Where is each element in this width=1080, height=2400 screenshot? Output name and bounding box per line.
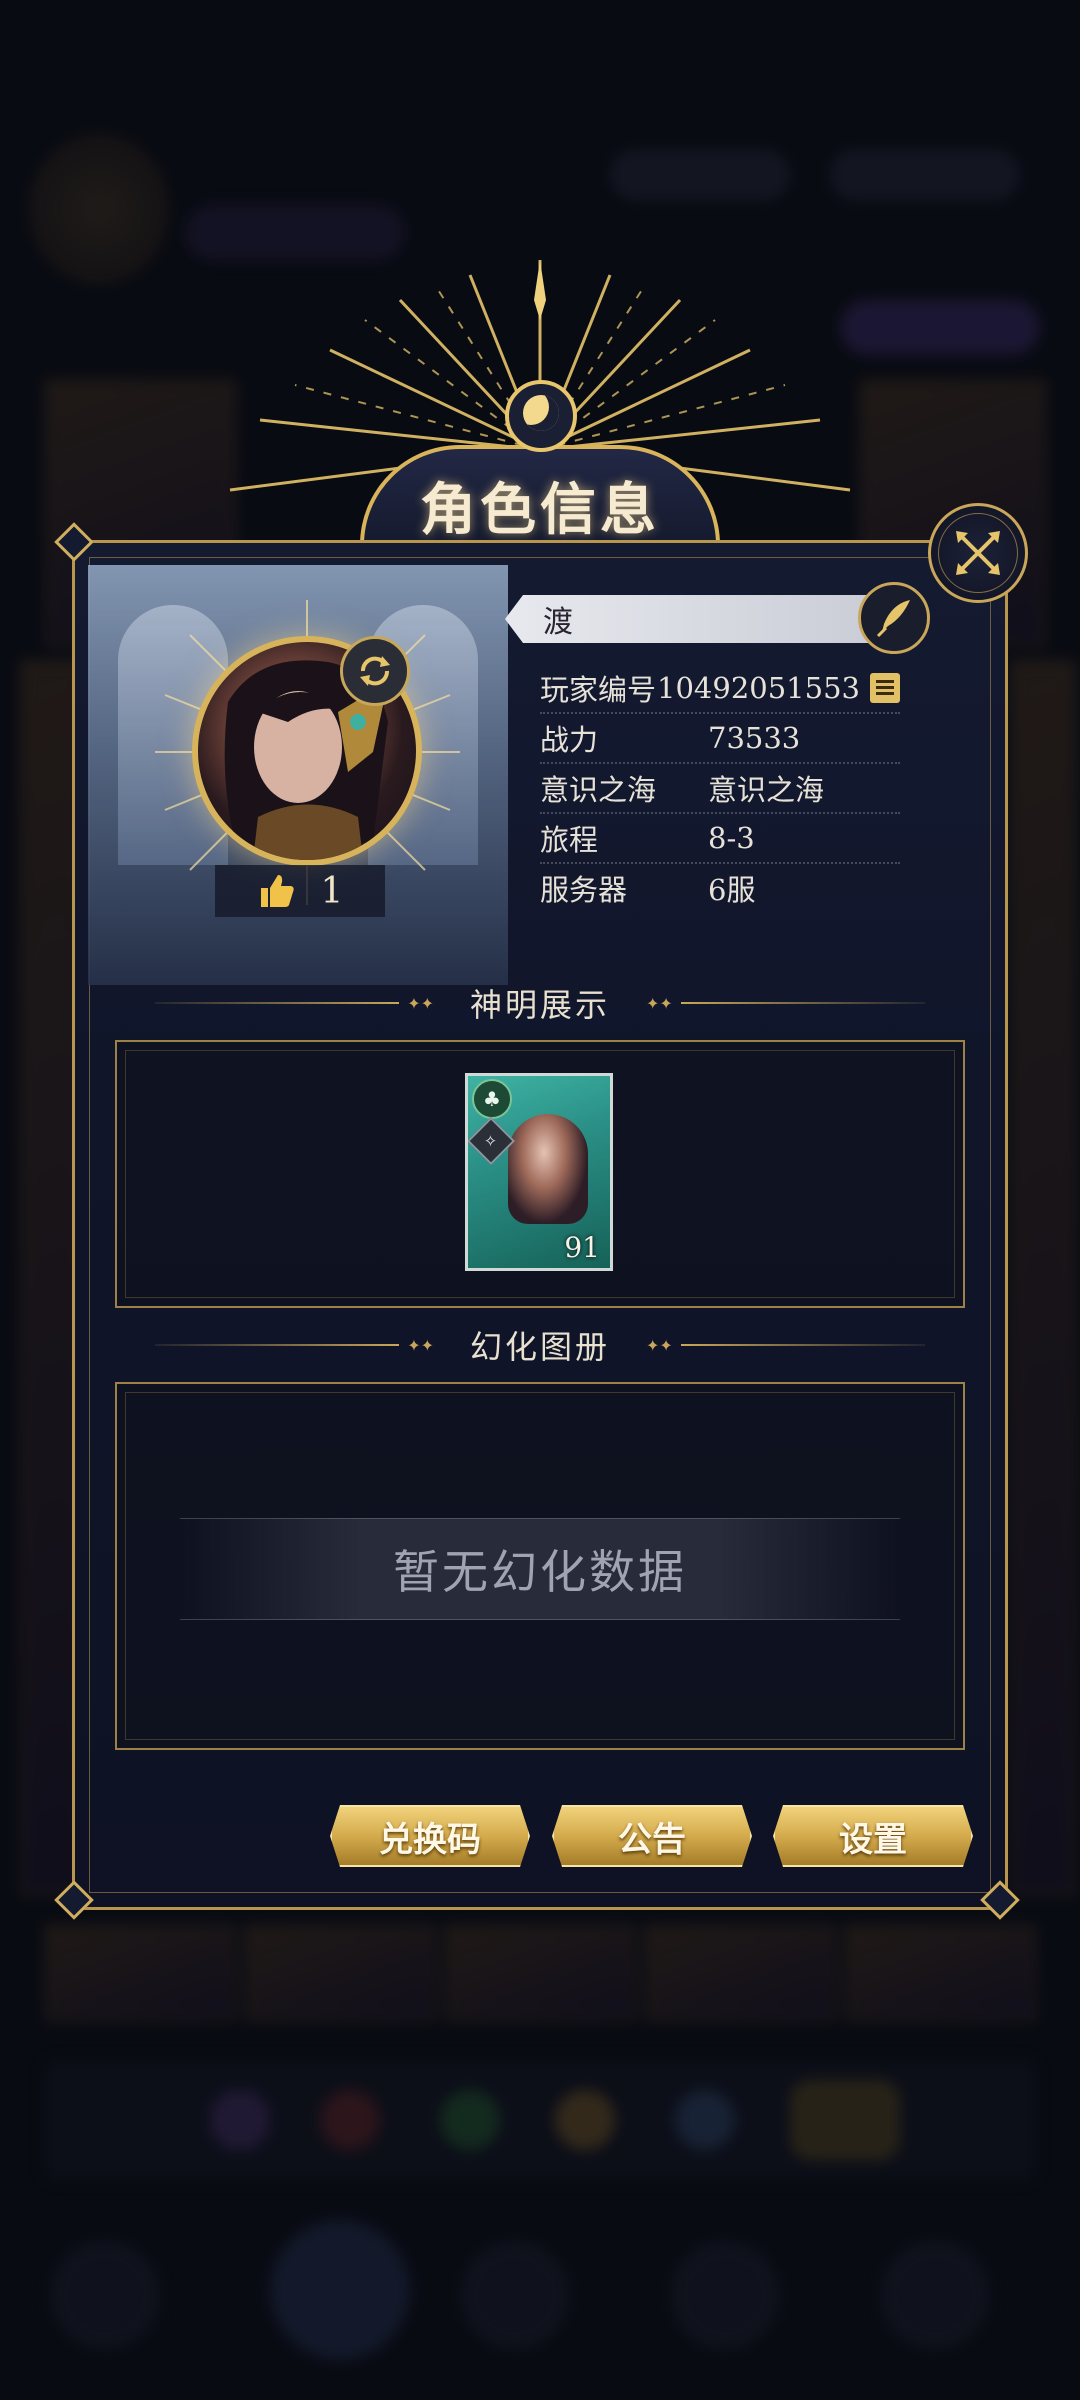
section-title: 幻化图册 <box>470 1328 611 1366</box>
info-row-player-id: 玩家编号 10492051553 <box>540 664 900 714</box>
like-button[interactable]: 1 <box>215 865 385 917</box>
section-title: 神明展示 <box>470 986 611 1024</box>
info-value: 8-3 <box>708 821 755 855</box>
player-info-list: 玩家编号 10492051553 战力 73533 意识之海 意识之海 旅程 8… <box>540 664 900 912</box>
settings-button[interactable]: 设置 <box>773 1805 973 1867</box>
diamond-icon: ✦✦ <box>407 993 434 1013</box>
empty-state-text: 暂无幻化数据 <box>393 1545 687 1599</box>
notice-button[interactable]: 公告 <box>552 1805 752 1867</box>
quill-edit-icon <box>876 600 910 638</box>
player-name: 渡 <box>505 595 885 643</box>
section-header-transform-album: ✦✦ 幻化图册 ✦✦ <box>155 1325 926 1366</box>
divider <box>155 1344 400 1346</box>
thumbs-up-icon <box>260 875 294 907</box>
info-value: 10492051553 <box>657 671 900 705</box>
info-label: 旅程 <box>540 823 599 857</box>
player-id-value: 10492051553 <box>657 671 860 705</box>
edit-name-button[interactable] <box>858 582 930 654</box>
card-level: 91 <box>564 1231 600 1264</box>
club-icon: ♣ <box>472 1079 512 1119</box>
info-row-sea: 意识之海 意识之海 <box>540 764 900 814</box>
info-row-server: 服务器 6服 <box>540 864 900 912</box>
diamond-icon: ✦✦ <box>646 993 673 1013</box>
divider <box>155 1002 400 1004</box>
close-icon <box>956 531 1000 575</box>
like-count: 1 <box>320 870 344 912</box>
redeem-code-button[interactable]: 兑换码 <box>330 1805 530 1867</box>
info-value: 意识之海 <box>708 773 825 807</box>
close-button[interactable] <box>928 503 1028 603</box>
info-label: 战力 <box>540 723 599 757</box>
info-row-journey: 旅程 8-3 <box>540 814 900 864</box>
diamond-icon: ✦✦ <box>407 1335 434 1355</box>
info-row-power: 战力 73533 <box>540 714 900 764</box>
copy-icon[interactable] <box>870 673 900 703</box>
info-label: 意识之海 <box>540 773 657 807</box>
page-title: 角色信息 <box>420 477 660 543</box>
section-header-god-showcase: ✦✦ 神明展示 ✦✦ <box>155 983 926 1024</box>
info-label: 服务器 <box>540 873 628 907</box>
crescent-icon <box>523 395 559 431</box>
info-label: 玩家编号 <box>540 673 657 707</box>
divider <box>680 1344 926 1346</box>
info-value: 6服 <box>708 873 756 907</box>
info-value: 73533 <box>708 721 801 755</box>
diamond-icon: ✦✦ <box>646 1335 673 1355</box>
refresh-icon <box>360 656 390 686</box>
god-card[interactable]: ♣ ✧ 91 <box>465 1073 613 1271</box>
change-avatar-button[interactable] <box>340 636 410 706</box>
divider <box>680 1002 926 1004</box>
empty-state-banner: 暂无幻化数据 <box>180 1518 900 1620</box>
card-portrait <box>508 1114 588 1224</box>
